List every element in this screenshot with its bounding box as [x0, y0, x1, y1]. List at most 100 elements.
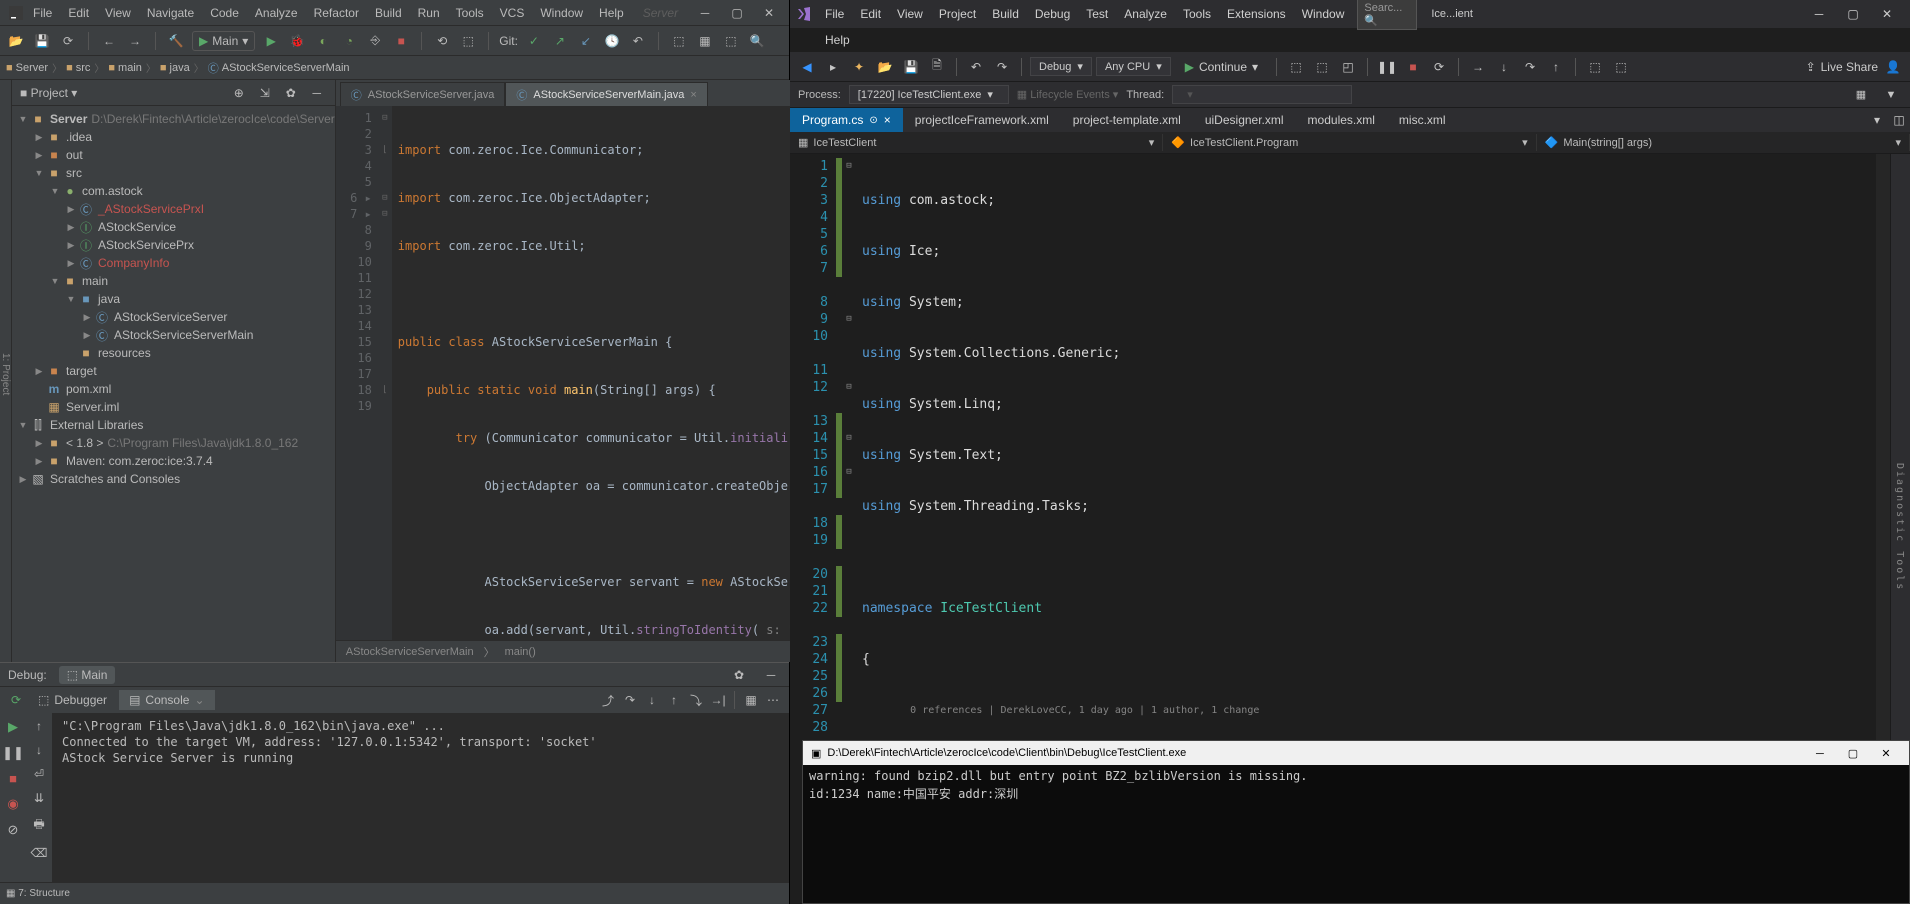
- update-icon[interactable]: ⟲: [432, 31, 452, 51]
- vs-menu-view[interactable]: View: [890, 4, 930, 24]
- git-rollback-icon[interactable]: ↶: [628, 31, 648, 51]
- close-icon[interactable]: ✕: [1871, 747, 1901, 760]
- vs-menu-file[interactable]: File: [818, 4, 851, 24]
- menu-edit[interactable]: Edit: [61, 4, 96, 22]
- search-placeholder[interactable]: Server: [631, 6, 695, 20]
- menu-run[interactable]: Run: [411, 4, 447, 22]
- vs-menu-debug[interactable]: Debug: [1028, 4, 1077, 24]
- open-icon[interactable]: 📂: [6, 31, 26, 51]
- step-out-icon[interactable]: ↑: [664, 690, 684, 710]
- step-icon[interactable]: ⤵: [686, 690, 706, 710]
- tb-icon[interactable]: ▦: [1850, 84, 1872, 106]
- editor-tab[interactable]: projectIceFramework.xml: [903, 108, 1061, 132]
- tool-icon-1[interactable]: ⬚: [669, 31, 689, 51]
- stop-icon[interactable]: ■: [9, 771, 17, 786]
- refresh-icon[interactable]: ⟳: [58, 31, 78, 51]
- search-icon[interactable]: 🔍: [747, 31, 767, 51]
- pause-icon[interactable]: ❚❚: [1376, 56, 1398, 78]
- run-config-selector[interactable]: ▶ Main ▾: [192, 31, 255, 51]
- expand-icon[interactable]: ⇲: [255, 83, 275, 103]
- maximize-icon[interactable]: ▢: [1836, 3, 1870, 25]
- pin-icon[interactable]: ⊙: [869, 115, 877, 126]
- structure-tool[interactable]: ▦ 7: Structure: [6, 888, 70, 899]
- pause-icon[interactable]: ❚❚: [2, 745, 24, 761]
- hide-icon[interactable]: ─: [307, 83, 327, 103]
- tool-icon-2[interactable]: ▦: [695, 31, 715, 51]
- process-combo[interactable]: [17220] IceTestClient.exe▾: [849, 85, 1009, 104]
- vs-menu-project[interactable]: Project: [932, 4, 983, 24]
- maximize-icon[interactable]: ▢: [1838, 747, 1868, 760]
- account-icon[interactable]: 👤: [1882, 56, 1904, 78]
- platform-combo[interactable]: Any CPU▾: [1096, 57, 1171, 76]
- clear-icon[interactable]: ⌫: [31, 846, 48, 860]
- stop-icon[interactable]: ■: [1402, 56, 1424, 78]
- select-opened-icon[interactable]: ⊕: [229, 83, 249, 103]
- maximize-icon[interactable]: ▢: [727, 6, 747, 20]
- menu-analyze[interactable]: Analyze: [248, 4, 305, 22]
- step-over-icon[interactable]: ↷: [620, 690, 640, 710]
- editor-tab[interactable]: uiDesigner.xml: [1193, 108, 1296, 132]
- console-output[interactable]: warning: found bzip2.dll but entry point…: [803, 765, 1909, 903]
- rerun-icon[interactable]: ⟳: [6, 690, 26, 710]
- breakpoints-icon[interactable]: ◉: [7, 796, 18, 812]
- minimize-icon[interactable]: ─: [695, 6, 715, 20]
- vs-menu-help[interactable]: Help: [818, 30, 857, 50]
- menu-vcs[interactable]: VCS: [493, 4, 532, 22]
- tb-icon[interactable]: ⬚: [1311, 56, 1333, 78]
- tb-icon[interactable]: ▼: [1880, 84, 1902, 106]
- menu-file[interactable]: File: [26, 4, 59, 22]
- editor-tab[interactable]: modules.xml: [1296, 108, 1387, 132]
- menu-window[interactable]: Window: [533, 4, 590, 22]
- editor-tab[interactable]: ⒸAStockServiceServer.java: [340, 82, 506, 106]
- evaluate-icon[interactable]: ▦: [741, 690, 761, 710]
- tab-overflow-icon[interactable]: ▾: [1866, 109, 1888, 131]
- git-commit-icon[interactable]: ✓: [524, 31, 544, 51]
- menu-navigate[interactable]: Navigate: [140, 4, 201, 22]
- editor-tab[interactable]: misc.xml: [1387, 108, 1458, 132]
- debug-config-tab[interactable]: ⬚ Main: [59, 666, 116, 684]
- editor-tab-active[interactable]: ⒸAStockServiceServerMain.java×: [505, 82, 707, 106]
- close-icon[interactable]: ✕: [1870, 3, 1904, 25]
- vs-menu-window[interactable]: Window: [1295, 4, 1352, 24]
- editor-tab[interactable]: project-template.xml: [1061, 108, 1193, 132]
- liveshare-button[interactable]: ⇪ Live Share: [1806, 60, 1878, 74]
- fold-column[interactable]: ⊟⌊⊟⊟⌊: [378, 106, 392, 640]
- git-pull-icon[interactable]: ↙: [576, 31, 596, 51]
- minimize-icon[interactable]: ─: [1805, 748, 1835, 760]
- mute-icon[interactable]: ⊘: [8, 822, 19, 838]
- gear-icon[interactable]: ✿: [729, 665, 749, 685]
- redo-icon[interactable]: ↷: [991, 56, 1013, 78]
- run-to-icon[interactable]: →|: [708, 690, 728, 710]
- down-icon[interactable]: ↓: [36, 743, 42, 757]
- run-button[interactable]: ▶: [261, 31, 281, 51]
- vs-menu-build[interactable]: Build: [985, 4, 1026, 24]
- vs-menu-extensions[interactable]: Extensions: [1220, 4, 1293, 24]
- debug-console[interactable]: "C:\Program Files\Java\jdk1.8.0_162\bin\…: [52, 713, 789, 882]
- forward-icon[interactable]: →: [125, 31, 145, 51]
- thread-combo[interactable]: ▾: [1172, 85, 1352, 104]
- config-combo[interactable]: Debug▾: [1030, 57, 1092, 76]
- breadcrumb-item[interactable]: ■main: [108, 62, 142, 74]
- vs-menu-analyze[interactable]: Analyze: [1117, 4, 1174, 24]
- wrap-icon[interactable]: ⏎: [34, 767, 44, 781]
- nav-project[interactable]: ▦ IceTestClient▾: [790, 134, 1163, 151]
- menu-refactor[interactable]: Refactor: [307, 4, 366, 22]
- project-tree[interactable]: ▼■ServerD:\Derek\Fintech\Article\zerocIc…: [12, 106, 335, 662]
- up-icon[interactable]: ↑: [36, 719, 42, 733]
- vs-search-input[interactable]: Searc... 🔍: [1357, 0, 1417, 30]
- restart-icon[interactable]: ⟳: [1428, 56, 1450, 78]
- scroll-icon[interactable]: ⇊: [34, 791, 44, 805]
- breadcrumb-item[interactable]: ■java: [160, 62, 190, 74]
- save-icon[interactable]: 💾: [900, 56, 922, 78]
- breadcrumb-item[interactable]: ⒸAStockServiceServerMain: [208, 60, 350, 76]
- print-icon[interactable]: 🖶: [33, 815, 44, 836]
- close-icon[interactable]: ✕: [759, 6, 779, 20]
- tb-icon[interactable]: ⬚: [1610, 56, 1632, 78]
- tb-icon[interactable]: ⬚: [1285, 56, 1307, 78]
- more-icon[interactable]: ⋯: [763, 690, 783, 710]
- hide-icon[interactable]: ─: [761, 665, 781, 685]
- menu-view[interactable]: View: [98, 4, 138, 22]
- nav-back-icon[interactable]: ◀: [796, 56, 818, 78]
- lifecycle-combo[interactable]: ▦ Lifecycle Events ▾: [1017, 88, 1119, 101]
- open-icon[interactable]: 📂: [874, 56, 896, 78]
